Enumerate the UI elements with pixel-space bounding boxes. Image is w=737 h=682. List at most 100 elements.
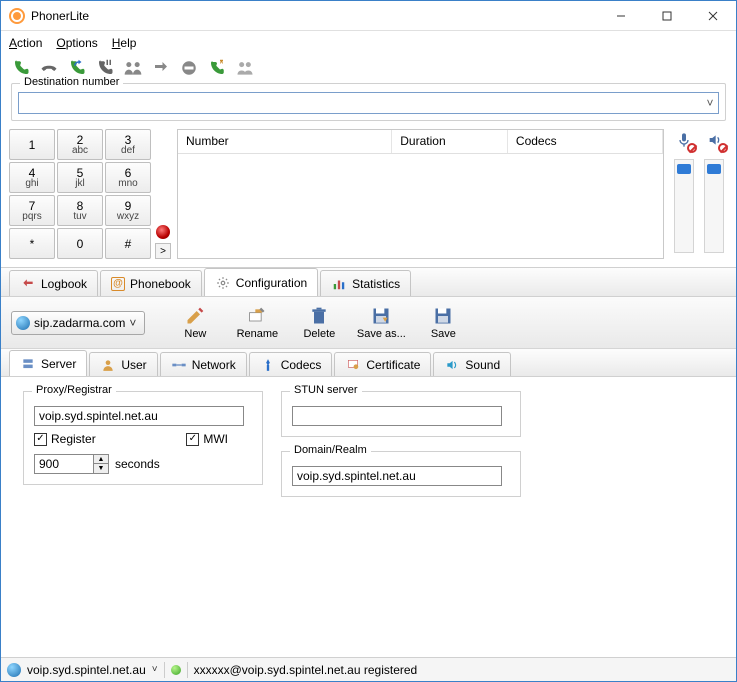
destination-input[interactable] [19,93,702,113]
delete-button[interactable]: Delete [291,303,347,342]
call-icon[interactable] [11,58,31,78]
delete-icon [308,305,330,327]
dialkey-1[interactable]: 1 [9,129,55,160]
hold-icon[interactable] [95,58,115,78]
menu-help[interactable]: Help [112,36,137,50]
domain-label: Domain/Realm [290,444,371,456]
volume-panel [670,129,728,259]
save-icon [432,305,454,327]
pencil-icon [184,305,206,327]
interval-input[interactable] [34,454,94,474]
mic-mute-icon[interactable] [673,129,695,151]
title-bar: PhonerLite [1,1,736,31]
mic-slider[interactable] [674,159,694,253]
saveas-button[interactable]: Save as... [353,303,409,342]
transfer-icon[interactable] [151,58,171,78]
speaker-slider[interactable] [704,159,724,253]
new-button[interactable]: New [167,303,223,342]
stun-group: STUN server [281,391,521,437]
dialkey-3[interactable]: 3def [105,129,151,160]
proxy-group: Proxy/Registrar ✓ Register ✓ MWI ▲▼ seco… [23,391,263,485]
domain-input[interactable] [292,466,502,486]
redial-icon[interactable] [67,58,87,78]
destination-group: Destination number ˅ [11,83,726,121]
profile-label: sip.zadarma.com [34,316,125,330]
tab-configuration[interactable]: Configuration [204,268,318,296]
hangup-icon[interactable] [39,58,59,78]
destination-label: Destination number [20,76,123,88]
tab-statistics[interactable]: Statistics [320,270,411,296]
user-icon [100,357,116,373]
dialkey-6[interactable]: 6mno [105,162,151,193]
mwi-checkbox[interactable]: ✓ [186,433,199,446]
chevron-down-icon[interactable]: ˅ [702,96,718,110]
col-duration[interactable]: Duration [392,130,508,153]
save-button[interactable]: Save [415,303,471,342]
status-message: xxxxxx@voip.syd.spintel.net.au registere… [194,663,418,677]
col-number[interactable]: Number [178,130,392,153]
subtab-user[interactable]: User [89,352,157,376]
dialkey-#[interactable]: # [105,228,151,259]
menu-options[interactable]: Options [56,36,97,50]
mwi-label: MWI [203,432,228,446]
stun-label: STUN server [290,384,362,396]
main-tabs: Logbook @ Phonebook Configuration Statis… [1,267,736,297]
domain-group: Domain/Realm [281,451,521,497]
register-checkbox[interactable]: ✓ [34,433,47,446]
col-codecs[interactable]: Codecs [508,130,663,153]
rename-button[interactable]: Rename [229,303,285,342]
seconds-label: seconds [115,457,160,471]
chart-icon [331,276,347,292]
phonebook-icon: @ [111,277,125,291]
speaker-mute-icon[interactable] [704,129,726,151]
subtab-certificate[interactable]: Certificate [334,352,431,376]
sound-icon [444,357,460,373]
dialkey-5[interactable]: 5jkl [57,162,103,193]
expand-button[interactable]: > [155,243,171,259]
globe-icon [7,663,21,677]
tab-phonebook[interactable]: @ Phonebook [100,270,202,296]
status-bar: voip.syd.spintel.net.au ˅ xxxxxx@voip.sy… [1,657,736,681]
config-subtabs: Server User Network Codecs Certificate S… [1,349,736,377]
subtab-codecs[interactable]: Codecs [249,352,333,376]
codecs-icon [260,357,276,373]
dialkey-2[interactable]: 2abc [57,129,103,160]
saveas-icon [370,305,392,327]
dialkey-4[interactable]: 4ghi [9,162,55,193]
dnd-icon[interactable] [179,58,199,78]
record-indicator-icon[interactable] [156,225,170,239]
proxy-input[interactable] [34,406,244,426]
dialkey-8[interactable]: 8tuv [57,195,103,226]
config-toolbar: sip.zadarma.com ˅ New Rename Delete Save… [1,297,736,349]
menu-bar: Action Options Help [1,31,736,55]
logbook-icon [20,276,36,292]
minimize-button[interactable] [598,1,644,31]
dialkey-7[interactable]: 7pqrs [9,195,55,226]
tab-logbook[interactable]: Logbook [9,270,98,296]
menu-action[interactable]: Action [9,36,42,50]
status-ok-icon [171,665,181,675]
app-icon [9,8,25,24]
certificate-icon [345,357,361,373]
subtab-network[interactable]: Network [160,352,247,376]
conference-icon[interactable] [123,58,143,78]
chevron-down-icon[interactable]: ˅ [152,664,158,675]
subtab-sound[interactable]: Sound [433,352,511,376]
interval-spinner[interactable]: ▲▼ [94,454,109,474]
close-button[interactable] [690,1,736,31]
stun-input[interactable] [292,406,502,426]
chevron-down-icon: ˅ [125,316,140,330]
dialkey-9[interactable]: 9wxyz [105,195,151,226]
profile-dropdown[interactable]: sip.zadarma.com ˅ [11,311,145,335]
rename-icon [246,305,268,327]
call-timer-icon[interactable] [207,58,227,78]
contacts-icon[interactable] [235,58,255,78]
subtab-server[interactable]: Server [9,350,87,376]
destination-combo[interactable]: ˅ [18,92,719,114]
call-list[interactable]: Number Duration Codecs [177,129,664,259]
maximize-button[interactable] [644,1,690,31]
dialkey-*[interactable]: * [9,228,55,259]
dialkey-0[interactable]: 0 [57,228,103,259]
globe-icon [16,316,30,330]
window-title: PhonerLite [31,9,89,23]
